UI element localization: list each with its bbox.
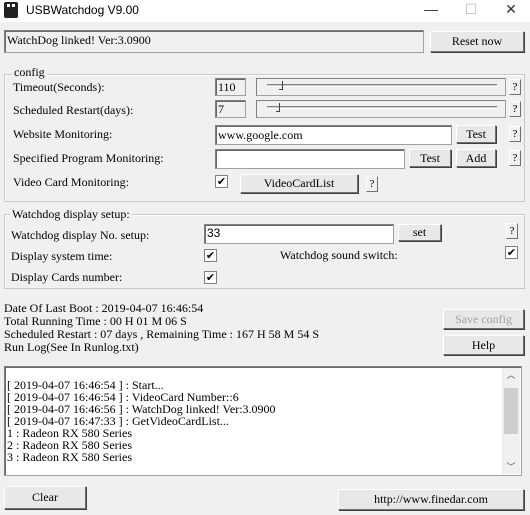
systime-label: Display system time: <box>11 249 113 263</box>
cards-label: Display Cards number: <box>11 270 123 284</box>
config-group-label: config <box>12 65 47 80</box>
reset-now-button[interactable]: Reset now <box>430 31 524 52</box>
save-config-button[interactable]: Save config <box>443 309 524 329</box>
restart-label: Scheduled Restart(days): <box>13 103 134 117</box>
set-button[interactable]: set <box>398 224 441 241</box>
website-input[interactable]: www.google.com <box>215 125 452 145</box>
status-display: WatchDog linked! Ver:3.0900 <box>4 30 424 53</box>
info-run-log: Run Log(See In Runlog.txt) <box>4 340 139 354</box>
program-add-button[interactable]: Add <box>456 149 496 167</box>
videocard-checkbox[interactable]: ✔ <box>215 175 228 188</box>
run-log[interactable]: [ 2019-04-07 16:46:54 ] : Start...[ 2019… <box>4 366 522 476</box>
display-group-label: Watchdog display setup: <box>10 207 132 222</box>
videocard-label: Video Card Monitoring: <box>13 175 129 189</box>
sound-label: Watchdog sound switch: <box>280 248 398 262</box>
help-button[interactable]: Help <box>443 335 524 355</box>
close-button[interactable]: ✕ <box>496 0 526 20</box>
log-scrollbar[interactable]: ︿ ﹀ <box>502 368 520 474</box>
cards-checkbox[interactable]: ✔ <box>204 271 217 284</box>
minimize-button[interactable]: — <box>416 0 446 20</box>
scroll-thumb[interactable] <box>504 388 518 434</box>
website-help-button[interactable]: ? <box>509 126 521 142</box>
website-label: Website Monitoring: <box>13 127 113 141</box>
restart-input[interactable]: 7 <box>215 100 246 118</box>
maximize-button[interactable]: ☐ <box>456 0 486 20</box>
videocard-list-button[interactable]: VideoCardList <box>240 174 358 193</box>
log-line: 3 : Radeon RX 580 Series <box>7 450 132 464</box>
systime-checkbox[interactable]: ✔ <box>204 249 217 262</box>
app-icon <box>4 2 18 18</box>
program-label: Specified Program Monitoring: <box>13 151 164 165</box>
sound-checkbox[interactable]: ✔ <box>505 246 518 259</box>
scroll-down-icon[interactable]: ﹀ <box>502 460 520 474</box>
timeout-label: Timeout(Seconds): <box>13 80 105 94</box>
program-test-button[interactable]: Test <box>409 149 451 167</box>
display-help-button[interactable]: ? <box>506 223 518 239</box>
display-no-input[interactable]: 33 <box>204 224 394 244</box>
info-text: Date Of Last Boot : 2019-04-07 16:46:54 … <box>4 302 319 354</box>
timeout-input[interactable]: 110 <box>215 78 246 96</box>
scroll-up-icon[interactable]: ︿ <box>502 368 520 384</box>
program-help-button[interactable]: ? <box>509 150 521 166</box>
restart-slider-thumb[interactable] <box>276 103 281 112</box>
website-link-button[interactable]: http://www.finedar.com <box>338 489 524 510</box>
timeout-slider-thumb[interactable] <box>278 81 283 90</box>
window-title: USBWatchdog V9.00 <box>26 3 139 17</box>
timeout-help-button[interactable]: ? <box>509 79 521 95</box>
display-no-label: Watchdog display No. setup: <box>11 228 150 242</box>
restart-help-button[interactable]: ? <box>509 101 521 117</box>
restart-slider[interactable] <box>256 100 506 118</box>
program-input[interactable] <box>215 149 405 169</box>
website-test-button[interactable]: Test <box>456 125 496 143</box>
clear-button[interactable]: Clear <box>4 486 86 509</box>
videocard-help-button[interactable]: ? <box>366 176 378 192</box>
timeout-slider[interactable] <box>256 78 506 96</box>
